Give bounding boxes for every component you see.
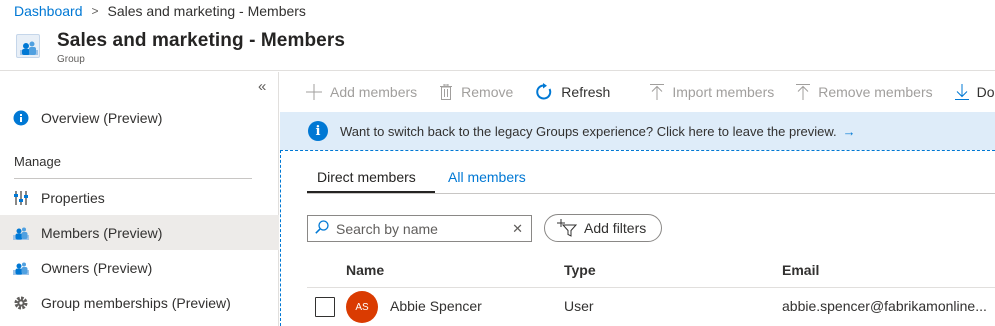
preview-info-banner[interactable]: i Want to switch back to the legacy Grou… [280, 112, 995, 150]
page-title: Sales and marketing - Members [57, 30, 346, 51]
add-members-button[interactable]: Add members [306, 83, 418, 100]
remove-label: Remove [461, 83, 514, 100]
refresh-label: Refresh [561, 83, 611, 100]
member-type: User [564, 298, 594, 314]
members-table-header: Name Type Email [307, 256, 995, 288]
download-icon [954, 83, 969, 100]
remove-members-button[interactable]: Remove members [796, 83, 933, 100]
upload-icon [796, 83, 811, 100]
active-tab-underline [307, 191, 435, 193]
breadcrumb-separator: > [91, 4, 99, 18]
search-input[interactable] [336, 220, 506, 237]
sidebar-item-label: Owners (Preview) [41, 259, 153, 276]
sidebar-item-overview[interactable]: Overview (Preview) [0, 100, 279, 135]
collapse-sidebar-button[interactable]: « [258, 78, 266, 95]
info-icon: i [308, 121, 328, 141]
sidebar-item-label: Members (Preview) [41, 224, 163, 241]
import-members-label: Import members [672, 83, 775, 100]
page-subtitle: Group [57, 54, 85, 65]
owners-icon [13, 260, 29, 276]
sidebar-item-owners[interactable]: Owners (Preview) [0, 250, 279, 285]
add-filters-label: Add filters [584, 220, 647, 236]
member-email: abbie.spencer@fabrikamonline... [782, 298, 987, 314]
gear-icon [13, 295, 29, 311]
search-icon [315, 220, 329, 237]
sidebar-item-label: Overview (Preview) [41, 109, 163, 126]
sidebar-item-properties[interactable]: Properties [0, 180, 279, 215]
search-box: ✕ [307, 215, 532, 242]
arrow-right-icon: → [842, 123, 856, 139]
avatar: AS [346, 291, 378, 323]
sidebar-divider [14, 178, 252, 179]
column-header-type[interactable]: Type [564, 262, 596, 278]
download-button[interactable]: Do [954, 83, 995, 100]
filter-add-icon [557, 219, 577, 237]
import-members-button[interactable]: Import members [650, 83, 775, 100]
breadcrumb-current: Sales and marketing - Members [107, 3, 306, 19]
info-icon [13, 110, 29, 126]
sidebar-section-manage: Manage [14, 154, 61, 169]
column-header-name[interactable]: Name [346, 262, 384, 278]
column-header-email[interactable]: Email [782, 262, 819, 278]
tab-all-members[interactable]: All members [448, 169, 526, 185]
properties-icon [13, 190, 29, 206]
add-members-label: Add members [330, 83, 418, 100]
sidebar: « Overview (Preview) Manage Properties M… [0, 72, 279, 326]
banner-text: Want to switch back to the legacy Groups… [340, 123, 837, 139]
download-label: Do [976, 83, 995, 100]
breadcrumb: Dashboard > Sales and marketing - Member… [0, 0, 995, 22]
refresh-button[interactable]: Refresh [535, 82, 611, 101]
breadcrumb-dashboard-link[interactable]: Dashboard [14, 3, 83, 19]
tab-direct-members[interactable]: Direct members [317, 169, 416, 185]
refresh-icon [535, 82, 553, 101]
add-filters-button[interactable]: Add filters [544, 214, 662, 242]
upload-icon [650, 83, 665, 100]
sidebar-item-group-memberships[interactable]: Group memberships (Preview) [0, 285, 279, 320]
group-icon [16, 34, 40, 58]
row-checkbox[interactable] [315, 297, 335, 317]
trash-icon [439, 83, 453, 100]
clear-icon[interactable]: ✕ [512, 221, 523, 237]
remove-members-label: Remove members [818, 83, 933, 100]
sidebar-item-label: Properties [41, 189, 105, 206]
member-name[interactable]: Abbie Spencer [390, 298, 482, 314]
table-row[interactable]: AS Abbie Spencer User abbie.spencer@fabr… [307, 289, 995, 325]
members-tabs: Direct members All members [307, 166, 995, 194]
sidebar-item-members[interactable]: Members (Preview) [0, 215, 279, 250]
remove-button[interactable]: Remove [439, 83, 514, 100]
command-toolbar: Add members Remove Refresh Import member… [280, 72, 995, 111]
sidebar-item-label: Group memberships (Preview) [41, 294, 231, 311]
page-header: Sales and marketing - Members Group [0, 22, 995, 71]
members-icon [13, 225, 29, 241]
plus-icon [306, 83, 322, 100]
